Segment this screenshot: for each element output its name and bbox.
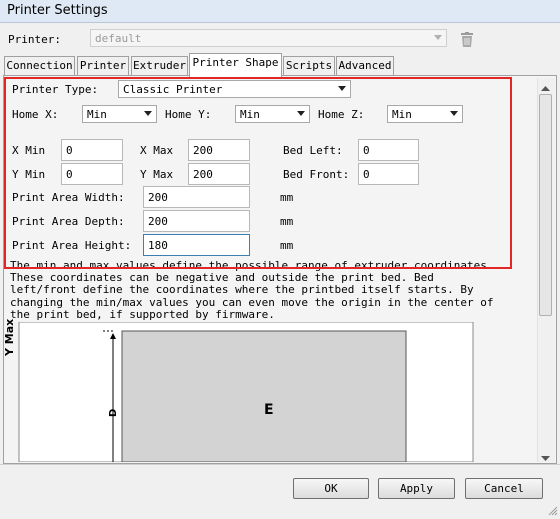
printer-select[interactable]: default [90, 29, 447, 47]
highlight-box [4, 77, 512, 269]
tab-advanced[interactable]: Advanced [336, 56, 394, 75]
trash-icon[interactable] [460, 32, 474, 50]
window-title: Printer Settings [7, 3, 108, 18]
y-max-axis-label: Y Max [3, 318, 16, 356]
tab-scripts[interactable]: Scripts [283, 56, 335, 75]
bottom-divider [0, 464, 560, 465]
title-bar: Printer Settings [0, 0, 560, 23]
cancel-button[interactable]: Cancel [465, 478, 543, 499]
apply-button[interactable]: Apply [378, 478, 455, 499]
tab-connection[interactable]: Connection [4, 56, 75, 75]
print-bed [121, 330, 407, 462]
tab-printer-shape[interactable]: Printer Shape [189, 53, 282, 77]
chevron-down-icon [430, 30, 446, 46]
bed-label: E [264, 402, 274, 418]
description-text: The min and max values define the possib… [10, 259, 494, 321]
printer-shape-diagram [18, 322, 474, 462]
printer-value: default [95, 32, 142, 45]
ok-button[interactable]: OK [293, 478, 369, 499]
scrollbar-thumb[interactable] [539, 94, 552, 316]
tab-printer[interactable]: Printer [77, 56, 129, 75]
tab-extruder[interactable]: Extruder [131, 56, 188, 75]
printer-label: Printer: [8, 33, 61, 46]
dimension-label: D [108, 408, 119, 417]
